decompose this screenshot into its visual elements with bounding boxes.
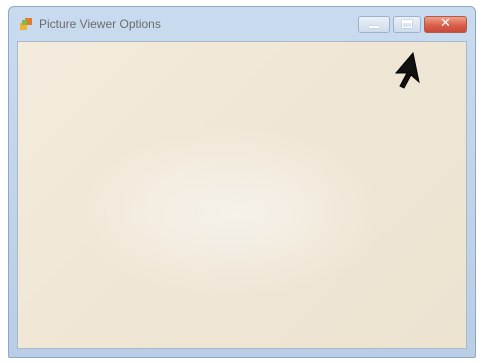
close-icon: ✕: [440, 16, 451, 31]
minimize-button[interactable]: [358, 16, 390, 33]
close-button[interactable]: ✕: [424, 16, 467, 33]
maximize-icon: [402, 20, 412, 28]
minimize-icon: [369, 26, 379, 28]
mouse-pointer-icon: [394, 52, 420, 89]
title-bar[interactable]: Picture Viewer Options ✕: [9, 7, 475, 41]
window-title: Picture Viewer Options: [39, 17, 161, 31]
maximize-button[interactable]: [393, 16, 421, 33]
app-icon: [20, 18, 32, 30]
